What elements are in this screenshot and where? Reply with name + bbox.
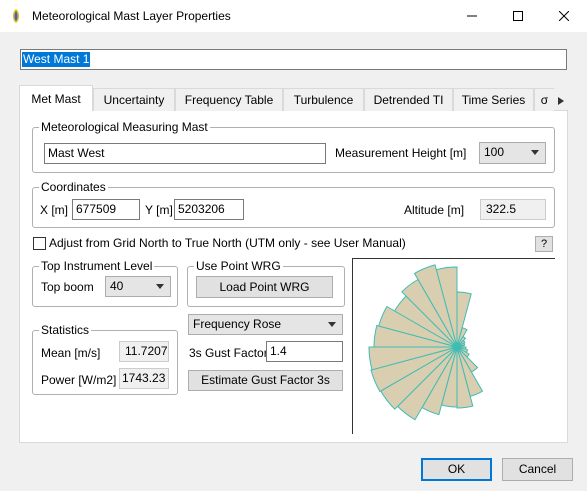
power-value: 1743.23 bbox=[119, 368, 169, 389]
measurement-height-label: Measurement Height [m] bbox=[335, 146, 467, 160]
ok-button[interactable]: OK bbox=[421, 458, 492, 481]
point-wrg-group-label: Use Point WRG bbox=[194, 259, 283, 273]
rose-type-value: Frequency Rose bbox=[193, 317, 282, 331]
tab-sigma[interactable]: σ bbox=[534, 88, 554, 111]
measurement-height-select[interactable]: 100 bbox=[479, 142, 546, 164]
statistics-group-label: Statistics bbox=[39, 323, 92, 337]
rose-type-select[interactable]: Frequency Rose bbox=[188, 314, 343, 335]
top-instrument-group-label: Top Instrument Level bbox=[39, 259, 155, 273]
tab-frequency-table[interactable]: Frequency Table bbox=[175, 88, 283, 111]
mean-value: 11.7207 bbox=[119, 341, 169, 362]
mean-label: Mean [m/s] bbox=[41, 346, 101, 360]
maximize-icon bbox=[513, 11, 523, 21]
wind-rose-icon bbox=[368, 264, 484, 421]
window-title: Meteorological Mast Layer Properties bbox=[32, 9, 231, 23]
layer-name-selected-text: West Mast 1 bbox=[22, 52, 91, 67]
tab-scroll-right-icon[interactable] bbox=[556, 96, 566, 106]
measurement-height-value: 100 bbox=[484, 145, 505, 159]
y-label: Y [m] bbox=[145, 203, 173, 217]
mast-name-input[interactable]: Mast West bbox=[44, 143, 326, 164]
top-boom-label: Top boom bbox=[41, 280, 94, 294]
gust-factor-label: 3s Gust Factor bbox=[189, 346, 268, 360]
y-coordinate-input[interactable]: 5203206 bbox=[174, 199, 244, 220]
tab-met-mast[interactable]: Met Mast bbox=[19, 85, 93, 111]
altitude-label: Altitude [m] bbox=[404, 203, 465, 217]
close-button[interactable] bbox=[541, 0, 587, 32]
adjust-north-checkbox[interactable] bbox=[33, 237, 46, 250]
chevron-down-icon bbox=[531, 150, 539, 155]
maximize-button[interactable] bbox=[495, 0, 541, 32]
layer-name-input[interactable]: West Mast 1 bbox=[20, 49, 567, 70]
chevron-down-icon bbox=[156, 284, 164, 289]
close-icon bbox=[559, 11, 569, 21]
coordinates-group-label: Coordinates bbox=[39, 180, 108, 194]
tab-turbulence[interactable]: Turbulence bbox=[283, 88, 364, 111]
cancel-button[interactable]: Cancel bbox=[502, 458, 573, 481]
tab-time-series[interactable]: Time Series bbox=[453, 88, 534, 111]
mast-group-label: Meteorological Measuring Mast bbox=[39, 120, 210, 134]
wind-rose-panel bbox=[352, 258, 555, 434]
x-label: X [m] bbox=[40, 203, 69, 217]
minimize-icon bbox=[467, 15, 477, 17]
top-boom-value: 40 bbox=[110, 279, 124, 293]
tab-detrended-ti[interactable]: Detrended TI bbox=[364, 88, 453, 111]
power-label: Power [W/m2] bbox=[41, 373, 117, 387]
chevron-down-icon bbox=[328, 322, 336, 327]
load-point-wrg-button[interactable]: Load Point WRG bbox=[196, 276, 333, 298]
estimate-gust-factor-button[interactable]: Estimate Gust Factor 3s bbox=[188, 370, 343, 391]
x-coordinate-input[interactable]: 677509 bbox=[72, 199, 140, 220]
app-icon bbox=[13, 9, 19, 23]
gust-factor-input[interactable]: 1.4 bbox=[266, 341, 343, 362]
altitude-value: 322.5 bbox=[480, 199, 546, 220]
adjust-north-label[interactable]: Adjust from Grid North to True North (UT… bbox=[49, 236, 406, 250]
top-boom-select[interactable]: 40 bbox=[105, 276, 171, 297]
minimize-button[interactable] bbox=[449, 0, 495, 32]
tab-uncertainty[interactable]: Uncertainty bbox=[93, 88, 175, 111]
help-button[interactable]: ? bbox=[535, 236, 553, 252]
